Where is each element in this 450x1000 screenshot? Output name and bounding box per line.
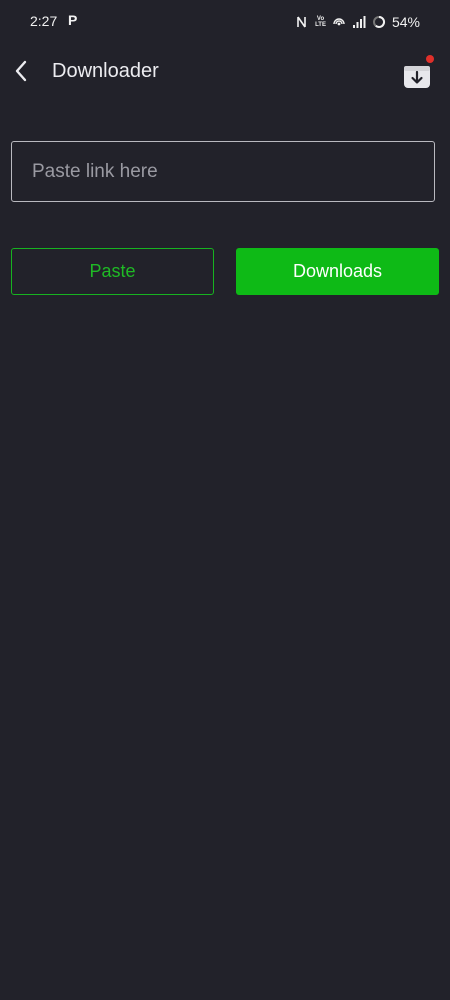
status-time: 2:27	[30, 13, 58, 29]
battery-ring-icon	[372, 15, 385, 28]
hotspot-icon	[333, 18, 345, 26]
page-title: Downloader	[52, 60, 159, 82]
status-icons: Vo LTE 54%	[295, 12, 420, 32]
network-label: LTE	[315, 22, 326, 28]
back-button[interactable]	[8, 56, 34, 86]
link-input[interactable]	[11, 141, 435, 202]
signal-icon	[352, 16, 366, 28]
paste-button[interactable]: Paste	[11, 248, 214, 295]
status-bar: 2:27 P Vo LTE 54%	[0, 0, 450, 44]
app-notification-icon: P	[68, 12, 78, 28]
volte-icon: Vo LTE	[315, 16, 326, 28]
nfc-icon	[297, 16, 306, 28]
app-bar: Downloader	[0, 44, 450, 102]
downloads-button[interactable]: Downloads	[236, 248, 439, 295]
downloads-shortcut-button[interactable]	[402, 54, 436, 90]
download-box-icon	[404, 66, 430, 88]
chevron-left-icon	[15, 60, 27, 82]
battery-percent: 54%	[391, 14, 420, 30]
notification-dot	[426, 55, 434, 63]
